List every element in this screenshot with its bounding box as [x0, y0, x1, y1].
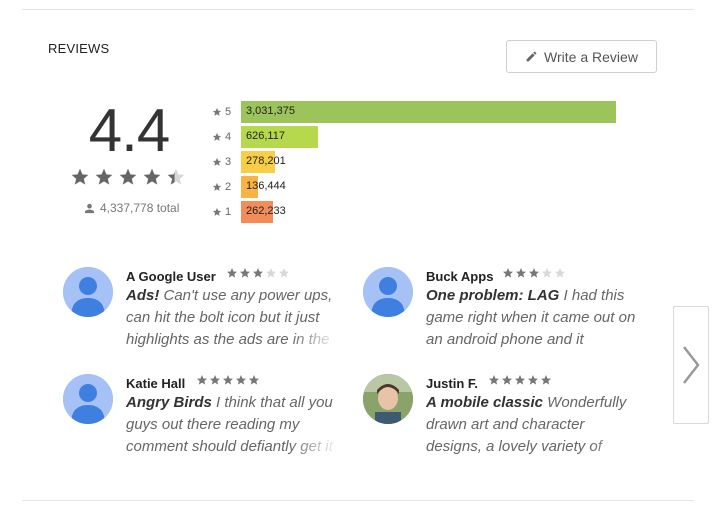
rating-star-icon: [167, 168, 185, 185]
review-star-icon: [489, 375, 499, 385]
review-card[interactable]: Buck Apps One problem: LAG I had this gam…: [363, 267, 653, 355]
histogram-bar: [241, 101, 616, 123]
histogram-bar-track: 262,233: [241, 201, 621, 223]
bottom-divider: [22, 500, 694, 501]
histogram-star-number: 1: [225, 206, 232, 218]
rating-star-icon: [71, 168, 89, 185]
star-icon: [212, 157, 222, 166]
histogram-bar-track: 278,201: [241, 151, 621, 173]
total-ratings: 4,337,778 total: [84, 201, 179, 215]
text-fade-overlay: [290, 440, 340, 462]
histogram-star-label: 3: [212, 156, 240, 168]
review-star-icon: [502, 375, 512, 385]
review-title: One problem: LAG: [426, 287, 560, 304]
review-title: Ads!: [126, 287, 160, 304]
review-star-icon: [279, 268, 289, 278]
review-star-icon: [529, 268, 539, 278]
review-star-icon: [528, 375, 538, 385]
reviewer-name[interactable]: A Google User: [126, 269, 216, 284]
pencil-icon: [526, 51, 537, 62]
reviewer-name[interactable]: Buck Apps: [426, 269, 493, 284]
review-title: A mobile classic: [426, 394, 543, 411]
chevron-right-icon: [683, 346, 700, 384]
review-card[interactable]: Katie Hall Angry Birds I think that all y…: [63, 374, 353, 462]
average-rating-stars: [70, 167, 186, 187]
review-rating-stars: [226, 267, 290, 279]
reviewer-name[interactable]: Katie Hall: [126, 376, 185, 391]
review-star-icon: [227, 268, 237, 278]
review-star-icon: [541, 375, 551, 385]
rating-star-icon: [143, 168, 161, 185]
average-rating: 4.4: [88, 97, 170, 164]
rating-star-icon: [119, 168, 137, 185]
histogram-bar-track: 136,444: [241, 176, 621, 198]
histogram-bar-track: 626,117: [241, 126, 621, 148]
review-rating-stars: [196, 374, 260, 386]
person-icon: [84, 203, 95, 213]
review-star-icon: [266, 268, 276, 278]
review-star-icon: [503, 268, 513, 278]
histogram-star-number: 3: [225, 156, 232, 168]
write-review-button[interactable]: Write a Review: [506, 40, 657, 73]
write-review-label: Write a Review: [544, 48, 638, 65]
review-star-icon: [236, 375, 246, 385]
review-title: Angry Birds: [126, 394, 212, 411]
review-star-icon: [197, 375, 207, 385]
histogram-star-label: 4: [212, 131, 240, 143]
review-rating-stars: [502, 267, 566, 279]
star-icon: [212, 132, 222, 141]
histogram-count: 262,233: [246, 205, 286, 217]
text-fade-overlay: [290, 333, 340, 355]
histogram-row: 3 278,201: [212, 151, 286, 173]
review-star-icon: [253, 268, 263, 278]
default-user-avatar: [63, 374, 113, 424]
histogram-row: 5 3,031,375: [212, 101, 616, 123]
star-icon: [212, 207, 222, 216]
histogram-row: 4 626,117: [212, 126, 319, 148]
histogram-star-label: 1: [212, 206, 240, 218]
histogram-count: 136,444: [246, 180, 286, 192]
histogram-star-number: 2: [225, 181, 232, 193]
reviewer-name[interactable]: Justin F.: [426, 376, 478, 391]
user-photo-avatar: [363, 374, 413, 424]
histogram-count: 278,201: [246, 155, 286, 167]
review-card[interactable]: Justin F. A mobile classic Wonderfully dr…: [363, 374, 653, 462]
histogram-count: 3,031,375: [246, 105, 295, 117]
text-fade-overlay: [590, 333, 640, 355]
histogram-row: 1 262,233: [212, 201, 286, 223]
review-star-icon: [240, 268, 250, 278]
histogram-star-label: 2: [212, 181, 240, 193]
histogram-row: 2 136,444: [212, 176, 286, 198]
review-star-icon: [555, 268, 565, 278]
next-page-button[interactable]: [673, 306, 709, 424]
review-rating-stars: [488, 374, 552, 386]
total-ratings-label: 4,337,778 total: [100, 201, 180, 215]
review-star-icon: [223, 375, 233, 385]
review-star-icon: [249, 375, 259, 385]
review-star-icon: [542, 268, 552, 278]
top-divider: [22, 9, 694, 10]
review-star-icon: [516, 268, 526, 278]
star-icon: [212, 107, 222, 116]
default-user-avatar: [363, 267, 413, 317]
histogram-star-number: 5: [225, 106, 232, 118]
rating-star-icon: [95, 168, 113, 185]
star-icon: [212, 182, 222, 191]
section-title: REVIEWS: [48, 41, 110, 56]
histogram-count: 626,117: [246, 130, 285, 142]
histogram-star-number: 4: [225, 131, 232, 143]
histogram-bar-track: 3,031,375: [241, 101, 621, 123]
review-star-icon: [515, 375, 525, 385]
review-card[interactable]: A Google User Ads! Can't use any power up…: [63, 267, 353, 355]
histogram-star-label: 5: [212, 106, 240, 118]
default-user-avatar: [63, 267, 113, 317]
text-fade-overlay: [590, 440, 640, 462]
review-star-icon: [210, 375, 220, 385]
